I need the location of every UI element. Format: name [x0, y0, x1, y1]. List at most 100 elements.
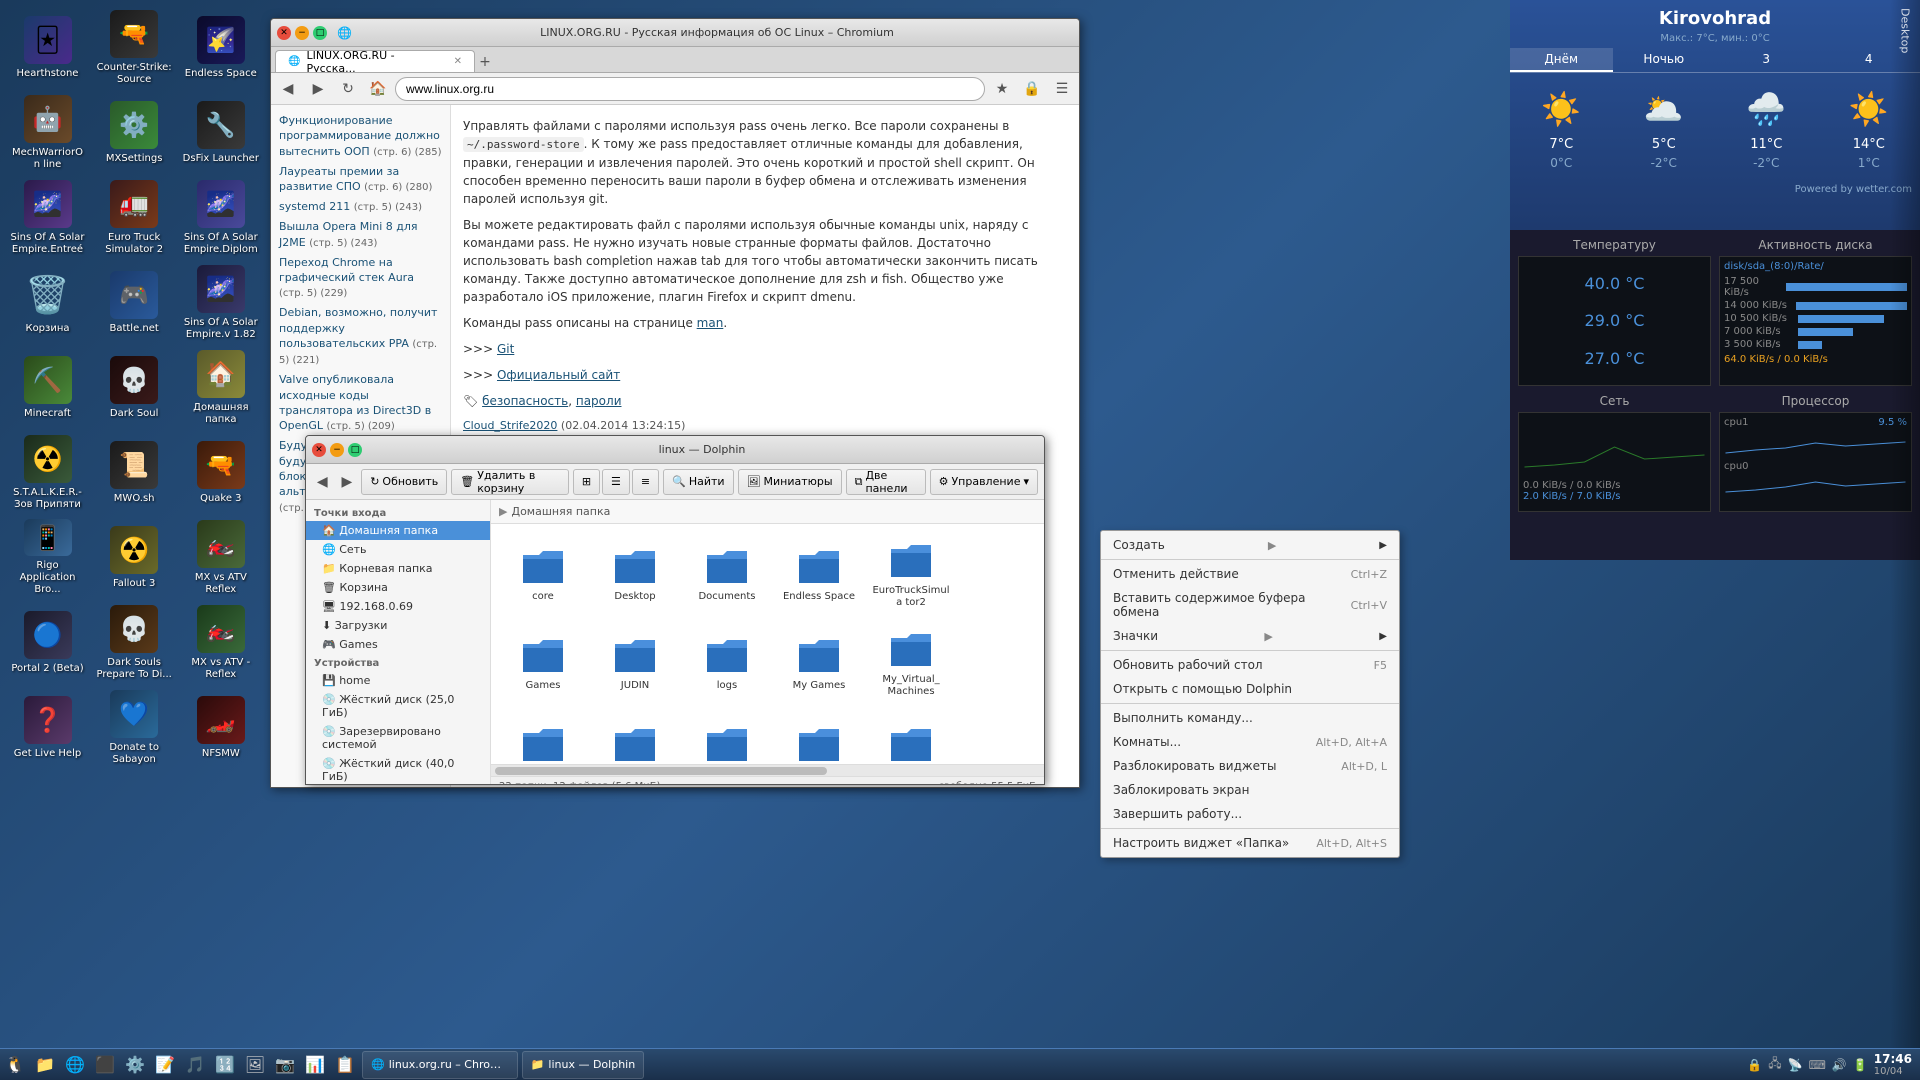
- fm-manage-btn[interactable]: ⚙ Управление ▾: [930, 469, 1038, 495]
- icon-battlenet[interactable]: 🎮 Battle.net: [92, 260, 177, 345]
- taskbar-tray-network[interactable]: 🖧: [1768, 1054, 1781, 1075]
- icon-endless-desktop[interactable]: 🌠 Endless Space: [178, 5, 263, 90]
- browser-bookmark-btn[interactable]: ★: [989, 76, 1015, 102]
- taskbar-calc-btn[interactable]: 🔢: [210, 1050, 240, 1080]
- fm-delete-btn[interactable]: 🗑 Удалить в корзину: [451, 469, 569, 495]
- context-menu-rooms[interactable]: Комнаты... Alt+D, Alt+A: [1101, 730, 1399, 754]
- browser-link-site[interactable]: Официальный сайт: [497, 368, 620, 382]
- icon-mxatv2[interactable]: 🏍️ MX vs ATV - Reflex: [178, 600, 263, 685]
- taskbar-extra-btn[interactable]: 📋: [330, 1050, 360, 1080]
- icon-mechwarrior[interactable]: 🤖 MechWarriorOn line: [5, 90, 90, 175]
- icon-mxsettings[interactable]: ⚙️ MXSettings: [92, 90, 177, 175]
- browser-author[interactable]: Cloud_Strife2020: [463, 419, 557, 432]
- sidebar-link-5[interactable]: Переход Chrome на графический стек Aura …: [279, 255, 442, 302]
- fm-find-btn[interactable]: 🔍 Найти: [663, 469, 733, 495]
- fm-details-view-btn[interactable]: ≡: [632, 469, 659, 495]
- taskbar-app-browser[interactable]: 🌐 linux.org.ru – Chromium: [362, 1051, 518, 1079]
- icon-sins-v182[interactable]: 🌌 Sins Of A Solar Empire.v 1.82: [178, 260, 263, 345]
- icon-sins-diploma[interactable]: 🌌 Sins Of A Solar Empire.Diplom: [178, 175, 263, 260]
- browser-min-btn[interactable]: −: [295, 26, 309, 40]
- taskbar-settings-btn[interactable]: ⚙️: [120, 1050, 150, 1080]
- taskbar-monitor-btn[interactable]: 📊: [300, 1050, 330, 1080]
- fm-file-logs[interactable]: logs: [683, 621, 771, 706]
- taskbar-media-btn[interactable]: 🎵: [180, 1050, 210, 1080]
- fm-thumbnails-btn[interactable]: 🖼 Миниатюры: [738, 469, 842, 495]
- sidebar-link-1[interactable]: Функционирование программирование должно…: [279, 113, 442, 160]
- icon-quake3[interactable]: 🔫 Quake 3: [178, 430, 263, 515]
- context-menu-create[interactable]: Создать ▶: [1101, 533, 1399, 557]
- icon-sins-entre[interactable]: 🌌 Sins Of A Solar Empire.Entreé: [5, 175, 90, 260]
- fm-file-x3[interactable]: x3: [867, 710, 955, 764]
- fm-refresh-btn[interactable]: ↻ Обновить: [361, 469, 447, 495]
- context-menu-unlock-widgets[interactable]: Разблокировать виджеты Alt+D, L: [1101, 754, 1399, 778]
- context-menu-configure-folder[interactable]: Настроить виджет «Папка» Alt+D, Alt+S: [1101, 831, 1399, 855]
- fm-file-games[interactable]: Games: [499, 621, 587, 706]
- sidebar-link-7[interactable]: Valve опубликовала исходные коды трансля…: [279, 372, 442, 434]
- taskbar-screenshot-btn[interactable]: 📷: [270, 1050, 300, 1080]
- icon-stalker[interactable]: ☢️ S.T.A.L.K.E.R.- Зов Припяти: [5, 430, 90, 515]
- sidebar-link-2[interactable]: Лауреаты премии за развитие СПО (стр. 6)…: [279, 164, 442, 195]
- weather-tab-day[interactable]: Днём: [1510, 48, 1613, 72]
- fm-file-vms[interactable]: My_Virtual_ Machines: [867, 621, 955, 706]
- fm-device-hdd25[interactable]: 💿 Жёсткий диск (25,0 ГиБ): [306, 690, 490, 722]
- fm-file-desktop[interactable]: Desktop: [591, 532, 679, 617]
- context-menu-undo[interactable]: Отменить действие Ctrl+Z: [1101, 562, 1399, 586]
- fm-sidebar-downloads[interactable]: ⬇ Загрузки: [306, 616, 490, 635]
- taskbar-browser-btn[interactable]: 🌐: [60, 1050, 90, 1080]
- browser-home-btn[interactable]: 🏠: [365, 76, 391, 102]
- fm-sidebar-root[interactable]: 📁 Корневая папка: [306, 559, 490, 578]
- fm-hscroll-thumb[interactable]: [495, 767, 827, 775]
- taskbar-tray-keyboard[interactable]: ⌨: [1809, 1058, 1826, 1072]
- fm-file-judin[interactable]: JUDIN: [591, 621, 679, 706]
- taskbar-app-dolphin[interactable]: 📁 linux — Dolphin: [522, 1051, 645, 1079]
- browser-close-btn[interactable]: ✕: [277, 26, 291, 40]
- context-menu-logout[interactable]: Завершить работу...: [1101, 802, 1399, 826]
- sidebar-link-6[interactable]: Debian, возможно, получит поддержку поль…: [279, 305, 442, 368]
- fm-file-nbgi[interactable]: NBGI: [499, 710, 587, 764]
- desktop-sidebar-label[interactable]: Desktop: [1899, 8, 1912, 53]
- fm-file-vboxvms[interactable]: VirtualBox VMs: [683, 710, 771, 764]
- icon-fallout3[interactable]: ☢️ Fallout 3: [92, 515, 177, 600]
- fm-scrollbar-horizontal[interactable]: [491, 764, 1044, 776]
- filemanager-close-btn[interactable]: ✕: [312, 443, 326, 457]
- taskbar-start-btn[interactable]: 🐧: [0, 1050, 30, 1080]
- taskbar-tray-wifi[interactable]: 📡: [1788, 1058, 1803, 1072]
- fm-file-win[interactable]: Win: [775, 710, 863, 764]
- icon-minecraft[interactable]: ⛏️ Minecraft: [5, 345, 90, 430]
- icon-mxatv[interactable]: 🏍️ MX vs ATV Reflex: [178, 515, 263, 600]
- fm-file-core[interactable]: core: [499, 532, 587, 617]
- icon-portal2[interactable]: 🔵 Portal 2 (Beta): [5, 600, 90, 685]
- icon-donate[interactable]: 💙 Donate to Sabayon: [92, 685, 177, 770]
- fm-sidebar-trash[interactable]: 🗑 Корзина: [306, 578, 490, 597]
- icon-eurotruck[interactable]: 🚛 Euro Truck Simulator 2: [92, 175, 177, 260]
- icon-homefolder[interactable]: 🏠 Домашняя папка: [178, 345, 263, 430]
- context-menu-refresh[interactable]: Обновить рабочий стол F5: [1101, 653, 1399, 677]
- sidebar-link-3[interactable]: systemd 211 (стр. 5) (243): [279, 199, 442, 215]
- icon-css[interactable]: 🔫 Counter-Strike: Source: [92, 5, 177, 90]
- browser-tab-linux[interactable]: 🌐 LINUX.ORG.RU - Русска... ✕: [275, 50, 475, 72]
- icon-darksouls[interactable]: 💀 Dark Souls Prepare To Di...: [92, 600, 177, 685]
- browser-link-man[interactable]: man: [697, 316, 724, 330]
- icon-hearthstone[interactable]: 🃏 Hearthstone: [5, 5, 90, 90]
- fm-file-qtracker[interactable]: Qtracker: [591, 710, 679, 764]
- weather-tab-3[interactable]: 3: [1715, 48, 1818, 72]
- context-menu-icons[interactable]: Значки ▶: [1101, 624, 1399, 648]
- fm-file-eurotruck[interactable]: EuroTruckSimula tor2: [867, 532, 955, 617]
- new-tab-btn[interactable]: +: [475, 52, 495, 72]
- browser-tag-passwords[interactable]: пароли: [576, 394, 622, 408]
- browser-forward-btn[interactable]: ▶: [305, 76, 331, 102]
- fm-file-mygames[interactable]: My Games: [775, 621, 863, 706]
- fm-panels-btn[interactable]: ⧉ Две панели: [846, 469, 926, 495]
- icon-nfsmw[interactable]: 🏎️ NFSMW: [178, 685, 263, 770]
- sidebar-link-4[interactable]: Вышла Opera Mini 8 для J2ME (стр. 5) (24…: [279, 219, 442, 250]
- icon-mwosh[interactable]: 📜 MWO.sh: [92, 430, 177, 515]
- fm-file-documents[interactable]: Documents: [683, 532, 771, 617]
- icon-darksoul[interactable]: 💀 Dark Soul: [92, 345, 177, 430]
- browser-back-btn[interactable]: ◀: [275, 76, 301, 102]
- context-menu-open-dolphin[interactable]: Открыть с помощью Dolphin: [1101, 677, 1399, 701]
- weather-tab-night[interactable]: Ночью: [1613, 48, 1716, 72]
- browser-tab-close[interactable]: ✕: [454, 56, 462, 67]
- browser-link-git[interactable]: Git: [497, 342, 514, 356]
- fm-sidebar-network[interactable]: 🌐 Сеть: [306, 540, 490, 559]
- fm-back-btn[interactable]: ◀: [312, 469, 333, 495]
